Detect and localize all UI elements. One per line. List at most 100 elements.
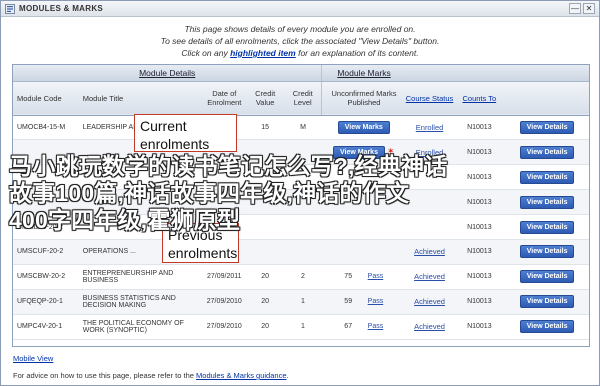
counts-to: N10013	[453, 289, 506, 315]
pass-link[interactable]: Pass	[368, 273, 384, 280]
course-status-link[interactable]: Achieved	[414, 297, 445, 306]
current-enrolments-callout: Current enrolments	[134, 114, 237, 152]
marks-value: 75	[344, 273, 353, 281]
counts-to: N10013	[453, 264, 506, 290]
credit-value: 20	[246, 264, 285, 290]
module-marks-group-fill	[405, 65, 589, 82]
credit-level: M	[284, 115, 322, 141]
credit-value	[246, 239, 285, 265]
credit-value: 20	[246, 289, 285, 315]
marks-cell: 67 Pass	[321, 314, 406, 340]
course-status[interactable]: Achieved	[405, 264, 454, 290]
footer-text: For advice on how to use this page, plea…	[13, 371, 289, 380]
marks-cell: 59 Pass	[321, 289, 406, 315]
enrolment-date: 27/09/2010	[202, 289, 247, 315]
details-cell: View Details	[505, 115, 589, 141]
module-marks-group-link[interactable]: Module Marks	[337, 68, 390, 78]
header-actions	[505, 81, 589, 116]
header-unconfirmed-marks: Unconfirmed Marks Published	[321, 81, 406, 116]
enrolment-date: 27/09/2011	[202, 264, 247, 290]
intro-text: This page shows details of every module …	[1, 23, 599, 59]
credit-level: 1	[284, 289, 322, 315]
pass-link[interactable]: Pass	[368, 323, 384, 330]
module-title: ENTREPRENEURSHIP AND BUSINESS	[78, 264, 203, 290]
credit-value: 20	[246, 314, 285, 340]
window-titlebar: MODULES & MARKS — ✕	[1, 1, 599, 17]
counts-to: N10013	[453, 314, 506, 340]
overlay-watermark-text: 马小跳玩数学的读书笔记怎么写?,经典神话 故事100篇,神话故事四年级,神话的作…	[1, 153, 600, 234]
course-status-link[interactable]: Enrolled	[416, 123, 444, 132]
watermark-line-2: 故事100篇,神话故事四年级,神话的作文	[9, 180, 410, 206]
window-title: MODULES & MARKS	[19, 4, 104, 13]
watermark-line-3: 400字四年级,霍狮原型	[9, 207, 241, 233]
course-status[interactable]: Enrolled	[405, 115, 454, 141]
course-status-link[interactable]: Achieved	[414, 247, 445, 256]
footer-post: .	[286, 371, 289, 380]
module-details-group-link[interactable]: Module Details	[139, 68, 195, 78]
module-code: UMSCUF-20-2	[13, 239, 79, 265]
header-course-status[interactable]: Course Status	[405, 81, 454, 116]
header-module-code: Module Code	[13, 81, 79, 116]
details-cell: View Details	[505, 289, 589, 315]
minimize-button[interactable]: —	[569, 3, 581, 14]
header-course-status-link[interactable]: Course Status	[406, 94, 454, 103]
module-title: BUSINESS STATISTICS AND DECISION MAKING	[78, 289, 203, 315]
current-callout-line-1: Current	[140, 118, 187, 134]
details-cell: View Details	[505, 239, 589, 265]
marks-value: 59	[344, 298, 353, 306]
counts-to: N10013	[453, 115, 506, 141]
header-module-title: Module Title	[78, 81, 203, 116]
intro-line-3-pre: Click on any	[181, 48, 231, 58]
view-details-button[interactable]: View Details	[519, 320, 575, 334]
table-row: UFQEQP-20-1 BUSINESS STATISTICS AND DECIS…	[13, 289, 589, 315]
previous-callout-line-2: enrolments	[168, 245, 238, 261]
credit-level: 2	[284, 264, 322, 290]
intro-line-1: This page shows details of every module …	[184, 24, 416, 34]
header-credit-value: Credit Value	[246, 81, 285, 116]
course-status-link[interactable]: Achieved	[414, 272, 445, 281]
view-marks-button[interactable]: View Marks	[337, 120, 390, 134]
intro-line-3: Click on any highlighted item for an exp…	[1, 47, 599, 59]
close-button[interactable]: ✕	[583, 3, 595, 14]
current-callout-line-2: enrolments	[140, 136, 210, 152]
details-cell: View Details	[505, 314, 589, 340]
course-status[interactable]: Achieved	[405, 239, 454, 265]
watermark-line-1: 马小跳玩数学的读书笔记怎么写?,经典神话	[9, 153, 448, 179]
course-status[interactable]: Achieved	[405, 314, 454, 340]
header-date-of-enrolment: Date of Enrolment	[202, 81, 247, 116]
header-counts-to[interactable]: Counts To	[453, 81, 506, 116]
view-details-button[interactable]: View Details	[519, 120, 575, 134]
course-status-link[interactable]: Achieved	[414, 322, 445, 331]
marks-cell: 75 Pass	[321, 264, 406, 290]
marks-value: 67	[344, 323, 353, 331]
view-details-button[interactable]: View Details	[519, 270, 575, 284]
modules-marks-guidance-link[interactable]: Modules & Marks guidance	[196, 371, 286, 380]
module-details-group: Module Details	[13, 65, 322, 82]
view-details-button[interactable]: View Details	[519, 295, 575, 309]
app-icon	[5, 3, 15, 14]
modules-marks-window: MODULES & MARKS — ✕ This page shows deta…	[0, 0, 600, 386]
credit-level: 1	[284, 314, 322, 340]
mobile-view-link[interactable]: Mobile View	[13, 354, 53, 363]
credit-level	[284, 239, 322, 265]
header-counts-to-link[interactable]: Counts To	[463, 94, 497, 103]
pass-link[interactable]: Pass	[368, 298, 384, 305]
intro-line-3-post: for an explanation of its content.	[295, 48, 419, 58]
module-code: UMSCBW-20-2	[13, 264, 79, 290]
table-row: UMSCBW-20-2 ENTREPRENEURSHIP AND BUSINESS…	[13, 264, 589, 290]
table-row: UMSCUF-20-2 OPERATIONS ... Achieved N10013 V…	[13, 239, 589, 265]
credit-value: 15	[246, 115, 285, 141]
footer-pre: For advice on how to use this page, plea…	[13, 371, 197, 380]
intro-line-2: To see details of all enrolments, click …	[160, 36, 440, 46]
highlighted-item-link[interactable]: highlighted item	[230, 48, 296, 58]
module-code: UMOCB4-15-M	[13, 115, 79, 141]
enrolment-date: 27/09/2010	[202, 314, 247, 340]
module-code: UFQEQP-20-1	[13, 289, 79, 315]
view-details-button[interactable]: View Details	[519, 245, 575, 259]
module-marks-group: Module Marks	[321, 65, 406, 82]
table-row: UMPC4V-20-1 THE POLITICAL ECONOMY OF WORK…	[13, 314, 589, 340]
course-status[interactable]: Achieved	[405, 289, 454, 315]
module-code: UMPC4V-20-1	[13, 314, 79, 340]
counts-to: N10013	[453, 239, 506, 265]
table-row: UMOCB4-15-M LEADERSHIP AND ... 15 M View Mar…	[13, 115, 589, 141]
